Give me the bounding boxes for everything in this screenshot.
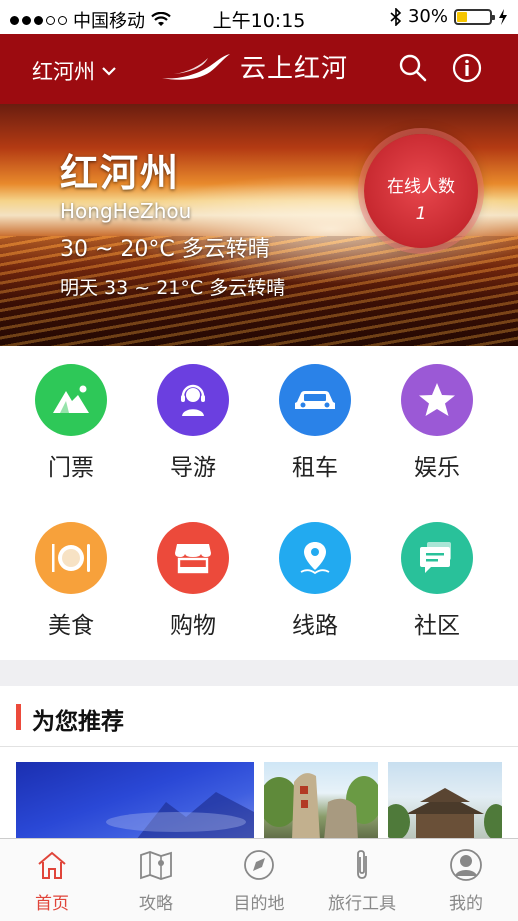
tab-destinations[interactable]: 目的地 xyxy=(207,847,311,914)
tab-travel-tools[interactable]: 旅行工具 xyxy=(310,847,414,914)
battery-percent: 30% xyxy=(407,6,448,27)
service-label: 租车 xyxy=(292,455,338,481)
location-pin-icon xyxy=(279,522,351,594)
section-divider xyxy=(0,660,518,686)
online-users-label: 在线人数 xyxy=(387,177,455,197)
recommend-card[interactable] xyxy=(388,762,502,840)
service-label: 线路 xyxy=(292,613,338,639)
weather-info: 红河州 HongHeZhou 30 ~ 20°C 多云转晴 明天 33 ~ 21… xyxy=(60,142,285,300)
service-food[interactable]: 美食 xyxy=(26,522,116,640)
header-actions xyxy=(398,53,482,83)
dining-icon xyxy=(35,522,107,594)
tomorrow-weather: 明天 33 ~ 21°C 多云转晴 xyxy=(60,277,286,299)
weather-banner[interactable]: 红河州 HongHeZhou 30 ~ 20°C 多云转晴 明天 33 ~ 21… xyxy=(0,104,518,346)
tab-label: 攻略 xyxy=(139,894,173,914)
service-car-rental[interactable]: 租车 xyxy=(270,364,360,482)
banner-city-pinyin: HongHeZhou xyxy=(60,199,192,223)
service-entertainment[interactable]: 娱乐 xyxy=(392,364,482,482)
chat-icon xyxy=(401,522,473,594)
info-icon[interactable] xyxy=(452,53,482,83)
guide-headset-icon xyxy=(157,364,229,436)
bluetooth-icon xyxy=(390,7,402,26)
star-icon xyxy=(401,364,473,436)
banner-city-name: 红河州 xyxy=(60,151,181,195)
misty-forest-image xyxy=(106,792,254,840)
status-bar: 中国移动 上午10:15 30% xyxy=(0,0,518,34)
service-tickets[interactable]: 门票 xyxy=(26,364,116,482)
car-icon xyxy=(279,364,351,436)
app-title: 云上红河 xyxy=(240,54,349,84)
user-icon xyxy=(414,847,518,883)
online-users-badge[interactable]: 在线人数 1 xyxy=(364,134,478,248)
tab-label: 目的地 xyxy=(233,894,285,914)
charging-bolt-icon xyxy=(499,8,507,25)
service-label: 门票 xyxy=(48,455,94,481)
service-label: 社区 xyxy=(414,613,460,639)
tab-label: 我的 xyxy=(449,894,483,914)
service-label: 娱乐 xyxy=(414,455,460,481)
paperclip-icon xyxy=(310,847,414,883)
battery-icon xyxy=(454,8,495,25)
service-label: 导游 xyxy=(170,455,216,481)
service-shopping[interactable]: 购物 xyxy=(148,522,238,640)
recommend-card[interactable] xyxy=(264,762,378,840)
mountain-icon xyxy=(35,364,107,436)
service-routes[interactable]: 线路 xyxy=(270,522,360,640)
map-icon xyxy=(104,847,208,883)
app-logo: 云上红河 xyxy=(160,48,348,85)
bottom-tab-bar: 首页 攻略 目的地 旅行工具 我的 xyxy=(0,838,518,921)
recommend-list xyxy=(0,762,518,840)
chevron-down-icon xyxy=(102,67,116,76)
city-selector[interactable]: 红河州 xyxy=(32,56,117,86)
river-logo-icon xyxy=(162,53,230,80)
tab-profile[interactable]: 我的 xyxy=(414,847,518,914)
shop-icon xyxy=(157,522,229,594)
status-right: 30% xyxy=(390,6,508,27)
service-label: 购物 xyxy=(170,613,216,639)
tab-guides[interactable]: 攻略 xyxy=(104,847,208,914)
app-header: 红河州 云上红河 xyxy=(0,34,518,104)
service-guide[interactable]: 导游 xyxy=(148,364,238,482)
tab-label: 首页 xyxy=(35,894,69,914)
service-grid: 门票 导游 租车 娱乐 美食 购物 线路 社区 xyxy=(0,346,518,660)
recommend-card[interactable] xyxy=(16,762,254,840)
compass-icon xyxy=(207,847,311,883)
recommend-header: 为您推荐 xyxy=(0,686,518,747)
city-name: 红河州 xyxy=(32,60,95,84)
recommend-title: 为您推荐 xyxy=(32,709,124,735)
home-icon xyxy=(0,847,104,883)
section-accent-bar xyxy=(16,704,21,730)
temple-image xyxy=(388,788,502,840)
search-icon[interactable] xyxy=(398,53,428,83)
stone-monument-image xyxy=(264,773,378,840)
online-users-count: 1 xyxy=(415,204,427,224)
tab-home[interactable]: 首页 xyxy=(0,847,104,914)
today-weather: 30 ~ 20°C 多云转晴 xyxy=(60,237,270,262)
service-community[interactable]: 社区 xyxy=(392,522,482,640)
tab-label: 旅行工具 xyxy=(328,894,396,914)
service-label: 美食 xyxy=(48,613,94,639)
